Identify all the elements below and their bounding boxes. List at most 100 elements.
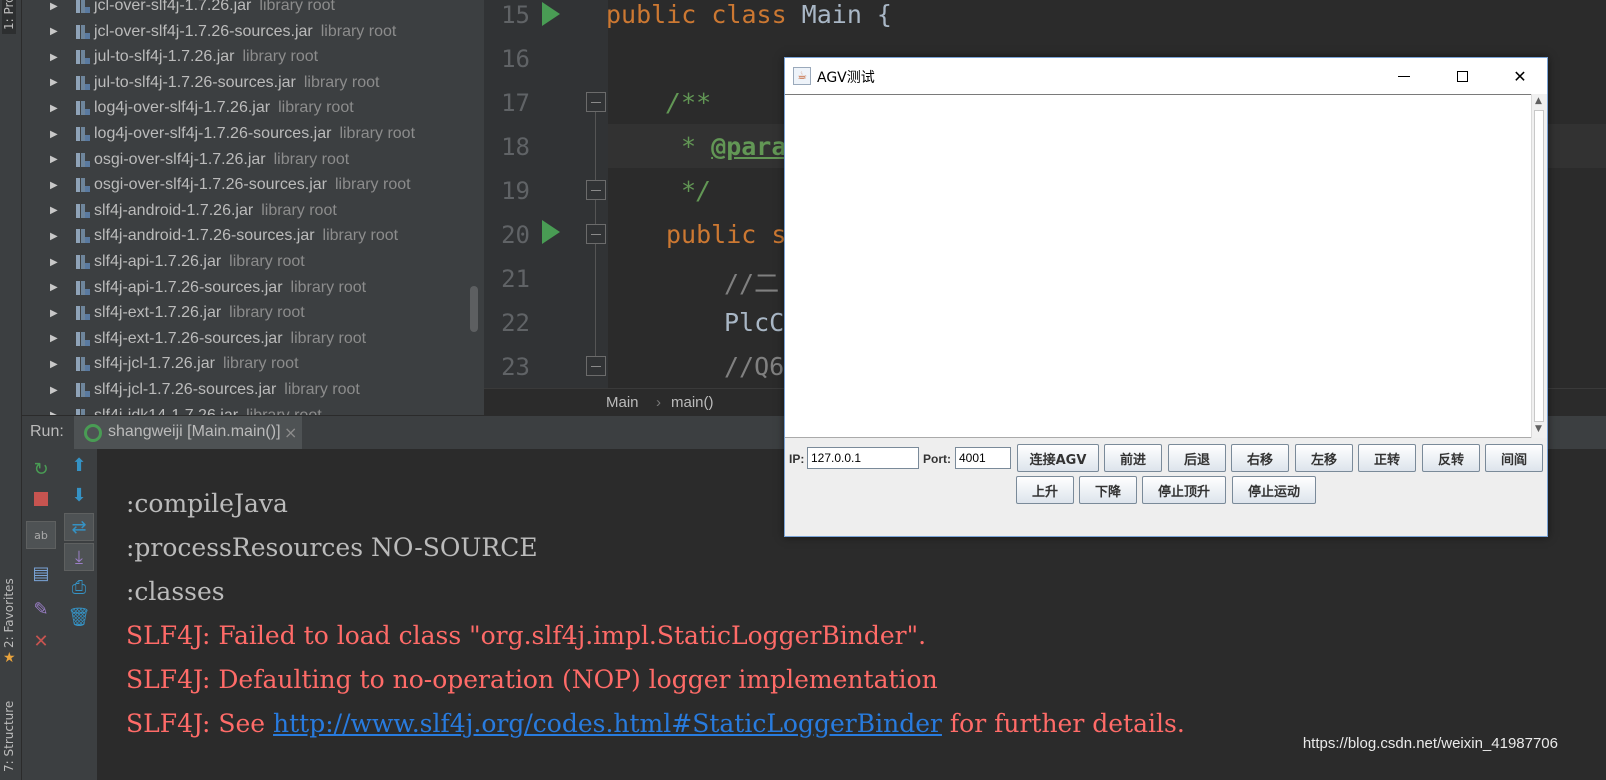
expand-arrow-icon[interactable]: ▶: [50, 359, 62, 370]
tree-scrollbar-thumb[interactable]: [470, 286, 478, 332]
tree-item[interactable]: ▶ slf4j-android-1.7.26.jar library root: [22, 198, 484, 224]
tree-item-name: jcl-over-slf4j-1.7.26-sources.jar: [94, 22, 313, 40]
favorites-tool-tab[interactable]: 2: Favorites: [2, 578, 16, 648]
tree-item-tag: library root: [334, 176, 411, 194]
maximize-button[interactable]: [1433, 58, 1491, 94]
wrap-lines-icon[interactable]: ⇄: [64, 513, 94, 541]
agv-command-button[interactable]: 间阎: [1485, 444, 1543, 472]
close-window-button[interactable]: ✕: [1491, 58, 1549, 94]
scroll-to-end-icon[interactable]: ⤓: [64, 543, 94, 571]
tree-item[interactable]: ▶ jul-to-slf4j-1.7.26.jar library root: [22, 44, 484, 70]
run-gutter-icon[interactable]: [542, 220, 560, 244]
console-line: :processResources NO-SOURCE: [126, 533, 538, 562]
project-tool-tab[interactable]: 1: Pro: [2, 0, 16, 34]
code-line-19: */: [666, 176, 712, 205]
tree-item[interactable]: ▶ slf4j-api-1.7.26.jar library root: [22, 249, 484, 275]
tree-item[interactable]: ▶ jcl-over-slf4j-1.7.26-sources.jar librar…: [22, 19, 484, 45]
expand-arrow-icon[interactable]: ▶: [50, 129, 62, 140]
tree-item[interactable]: ▶ osgi-over-slf4j-1.7.26.jar library root: [22, 147, 484, 173]
run-gutter-icon[interactable]: [542, 2, 560, 26]
tree-item-name: jul-to-slf4j-1.7.26-sources.jar: [94, 73, 296, 91]
tree-item[interactable]: ▶ slf4j-api-1.7.26-sources.jar library roo…: [22, 275, 484, 301]
structure-tool-tab[interactable]: 7: Structure: [2, 701, 16, 772]
agv-lift-button[interactable]: 停止顶升: [1142, 476, 1226, 504]
tree-item[interactable]: ▶ slf4j-jcl-1.7.26.jar library root: [22, 351, 484, 377]
scroll-down-icon[interactable]: ▼: [1535, 424, 1542, 434]
tree-item[interactable]: ▶ jul-to-slf4j-1.7.26-sources.jar library …: [22, 70, 484, 96]
close-icon[interactable]: ×: [284, 423, 297, 442]
agv-command-button[interactable]: 右移: [1231, 444, 1289, 472]
expand-arrow-icon[interactable]: ▶: [50, 385, 62, 396]
soft-wrap-icon[interactable]: ab: [26, 521, 56, 549]
tree-item-tag: library root: [303, 73, 380, 91]
ip-field[interactable]: 127.0.0.1: [807, 447, 919, 469]
breadcrumb-class[interactable]: Main: [606, 394, 639, 411]
agv-command-button[interactable]: 左移: [1295, 444, 1353, 472]
agv-lift-button[interactable]: 下降: [1079, 476, 1137, 504]
minimize-button[interactable]: [1375, 58, 1433, 94]
fold-icon[interactable]: [586, 224, 606, 244]
close-icon: ✕: [1513, 66, 1527, 86]
agv-command-button[interactable]: 后退: [1168, 444, 1226, 472]
expand-arrow-icon[interactable]: ▶: [50, 205, 62, 216]
print-icon[interactable]: ⎙: [64, 573, 94, 601]
fold-icon[interactable]: [586, 92, 606, 112]
arrow-down-icon[interactable]: ⬇: [64, 481, 94, 509]
expand-arrow-icon[interactable]: ▶: [50, 308, 62, 319]
expand-arrow-icon[interactable]: ▶: [50, 231, 62, 242]
arrow-up-icon[interactable]: ⬆: [64, 451, 94, 479]
scrollbar-thumb[interactable]: [1534, 110, 1544, 422]
agv-command-button[interactable]: 反转: [1422, 444, 1480, 472]
line-number: 18: [501, 133, 530, 161]
run-label: Run:: [30, 423, 64, 440]
close-run-icon[interactable]: ✕: [26, 627, 56, 655]
console-error-line: SLF4J: Failed to load class "org.slf4j.i…: [126, 621, 927, 650]
agv-command-button[interactable]: 连接AGV: [1017, 444, 1099, 472]
expand-arrow-icon[interactable]: ▶: [50, 77, 62, 88]
code-line-20: public s: [666, 220, 787, 249]
agv-command-button[interactable]: 前进: [1104, 444, 1162, 472]
line-number: 21: [501, 265, 530, 293]
breadcrumb-method[interactable]: main(): [671, 394, 714, 411]
console-line: :classes: [126, 577, 225, 606]
tree-item[interactable]: ▶ jcl-over-slf4j-1.7.26.jar library root: [22, 0, 484, 19]
rerun-icon[interactable]: ↻: [26, 455, 56, 483]
fold-icon[interactable]: [586, 356, 606, 376]
expand-arrow-icon[interactable]: ▶: [50, 1, 62, 12]
fold-icon[interactable]: [586, 180, 606, 200]
expand-arrow-icon[interactable]: ▶: [50, 180, 62, 191]
tree-item[interactable]: ▶ log4j-over-slf4j-1.7.26-sources.jar libr…: [22, 121, 484, 147]
run-tab[interactable]: shangweiji [Main.main()] ×: [74, 416, 302, 450]
tree-item[interactable]: ▶ slf4j-ext-1.7.26-sources.jar library roo…: [22, 326, 484, 352]
port-field[interactable]: 4001: [955, 447, 1011, 469]
slf4j-link[interactable]: http://www.slf4j.org/codes.html#StaticLo…: [273, 709, 942, 738]
trash-icon[interactable]: 🗑: [64, 603, 94, 631]
expand-arrow-icon[interactable]: ▶: [50, 282, 62, 293]
star-icon: ★: [3, 650, 16, 666]
expand-arrow-icon[interactable]: ▶: [50, 26, 62, 37]
agv-lift-button[interactable]: 上升: [1016, 476, 1074, 504]
tree-item-name: slf4j-jcl-1.7.26.jar: [94, 355, 215, 373]
tree-item[interactable]: ▶ slf4j-android-1.7.26-sources.jar library…: [22, 223, 484, 249]
tree-item[interactable]: ▶ slf4j-ext-1.7.26.jar library root: [22, 300, 484, 326]
ip-label: IP:: [789, 452, 805, 466]
window-title-bar[interactable]: ☕ AGV测试 ✕: [785, 58, 1547, 94]
tree-item[interactable]: ▶ slf4j-jcl-1.7.26-sources.jar library roo…: [22, 377, 484, 403]
expand-arrow-icon[interactable]: ▶: [50, 257, 62, 268]
expand-arrow-icon[interactable]: ▶: [50, 52, 62, 63]
expand-arrow-icon[interactable]: ▶: [50, 154, 62, 165]
layout-icon[interactable]: ▤: [26, 559, 56, 587]
expand-arrow-icon[interactable]: ▶: [50, 333, 62, 344]
stop-icon[interactable]: [26, 485, 56, 513]
console-line: :compileJava: [126, 489, 288, 518]
agv-command-button[interactable]: 正转: [1358, 444, 1416, 472]
tree-item[interactable]: ▶ log4j-over-slf4j-1.7.26.jar library root: [22, 95, 484, 121]
scroll-up-icon[interactable]: ▲: [1535, 96, 1542, 106]
pin-icon[interactable]: ✎: [26, 595, 56, 623]
log-textarea[interactable]: [785, 94, 1531, 438]
expand-arrow-icon[interactable]: ▶: [50, 103, 62, 114]
agv-lift-button[interactable]: 停止运动: [1232, 476, 1316, 504]
tree-item-name: slf4j-ext-1.7.26.jar: [94, 304, 222, 322]
tree-item[interactable]: ▶ osgi-over-slf4j-1.7.26-sources.jar libra…: [22, 172, 484, 198]
log-scrollbar[interactable]: ▲ ▼: [1531, 94, 1547, 438]
